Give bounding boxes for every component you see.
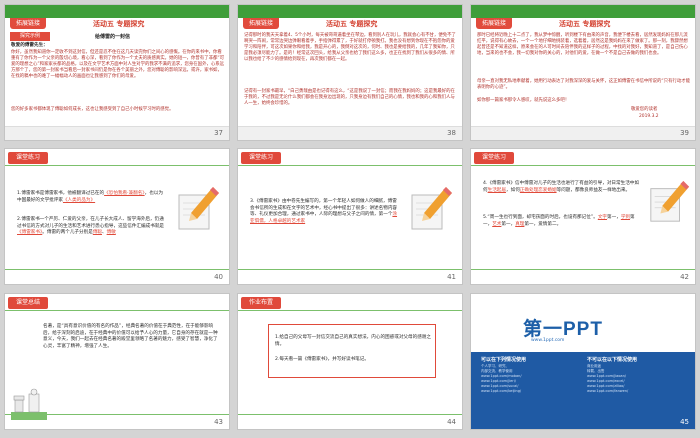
allowed-use-title: 可以在下列情况使用 [481, 357, 527, 363]
letter-body-2: 您的好多家书都体现了傅聪如何成长，这也让我感受到了自己小时候学习时的感觉。 [11, 107, 174, 112]
answer-blank: 《傅雷家书》 [17, 230, 43, 235]
homework-item-1: 1.给自己的父母写一封信交流自己的真实想法，内心的困惑或对父母的感谢之情。 [275, 335, 431, 347]
disallowed-use-list: 商业用途 转载、出售 www.1ppt.com/jiaoan/ www.1ppt… [587, 364, 628, 394]
letter-body-2: 记得有一封家书最早，“白己勇哉由是也记得有这么，“这是我说了一封信；而我在我妈妈… [244, 89, 455, 107]
slide-thumb-42[interactable]: 课堂练习 4.《傅雷家书》信中傅雷对儿子的生活也进行了有益的引导，对日常生活中如… [470, 148, 696, 285]
question-2: 2.傅雷家书一个严厉、仁爱的父亲，在儿子长大成人、留学海外后，仍通过书信的方式对… [17, 217, 165, 235]
slide-number: 39 [680, 129, 689, 137]
answer-blank: 傅聪 [92, 230, 103, 235]
signature: 敬爱您的读者 [631, 107, 658, 112]
example-label: 探究示例 [10, 32, 50, 41]
question-4-end: 等问题，都像良师益友一样地出来。 [556, 187, 631, 193]
slide-bottom-bar [471, 126, 695, 140]
list-item[interactable]: www.1ppt.com/beijing/ [481, 389, 522, 394]
question-5-end: ，爱情第二。 [533, 221, 562, 227]
answer-blank: 艺术 [492, 221, 502, 227]
slide-top-bar [5, 5, 229, 18]
tag-label: 课堂练习 [241, 152, 281, 164]
question-2-end: 。傅雷的两个儿子分别是 [42, 230, 93, 235]
tag-label: 课堂练习 [8, 152, 48, 164]
question-5-text: 5.“周一生也行到面，却宅孩面的时后，也设有那记位”。 [483, 215, 598, 220]
pencil-notebook-icon [178, 187, 219, 230]
slide-number: 37 [214, 129, 223, 137]
question-4-mid: ，如何 [506, 187, 520, 193]
allowed-use-list: 个人学习、研究、 内部交流、教学使用 www.1ppt.com/moban/ w… [481, 364, 522, 394]
slide-thumb-44[interactable]: 作业布置 1.给自己的父母写一封信交流自己的真实想法，内心的困惑或对父母的感谢之… [237, 293, 463, 430]
question-4: 4.《傅雷家书》信中傅雷对儿子的生活也进行了有益的引导，对日常生活中如何生活起居… [483, 181, 643, 194]
slide-bottom-bar [238, 126, 462, 140]
question-2-text: 2.傅雷家书一个严厉、仁爱的父亲，在儿子长大成人、留学海外后，仍通过书信的方式对… [17, 217, 165, 229]
slide-top-bar [238, 5, 462, 18]
answer-blank: 《人类的品为》 [62, 197, 96, 203]
summary-text: 名著，是“具有意识价值的有名的作品”，经典名著的价值在于典范性，在于能够影响后，… [43, 324, 218, 349]
slide-bottom-bar [5, 126, 229, 140]
slide-thumb-37[interactable]: 拓展链接 活动五 专题探究 探究示例 给傅雷的一封信 敬爱的傅雷先生： 你好，虽… [4, 4, 230, 141]
green-divider [238, 414, 462, 415]
greeting: 敬爱的傅雷先生： [11, 43, 48, 48]
activity-title: 活动五 专题探究 [559, 20, 611, 28]
answer-blank: 《恐怕我看·兼翻名》 [104, 191, 145, 196]
slide-number: 42 [680, 273, 689, 281]
chess-pieces-icon [11, 388, 47, 420]
tag-label: 拓展链接 [243, 18, 279, 29]
slide-number: 45 [680, 418, 689, 426]
tag-label: 课堂总结 [8, 297, 48, 309]
green-divider [5, 310, 229, 311]
green-divider [5, 414, 229, 415]
activity-title: 活动五 专题探究 [326, 20, 378, 28]
tag-label: 课堂练习 [474, 152, 514, 164]
list-item[interactable]: www.1ppt.com/fanwen/ [587, 389, 628, 394]
answer-blank: 文字 [597, 215, 608, 220]
homework-item-2: 2.每天看一篇《傅雷家书》，并写好读书笔记。 [275, 357, 369, 362]
pencil-notebook-icon [650, 181, 690, 222]
letter-body-3: 如你那一篇家书那令人感叹，就先说这么多吧！ [477, 98, 570, 103]
green-divider [471, 165, 695, 166]
answer-blank: 正确处理恋爱婚姻 [519, 187, 557, 193]
question-1-text: 1.傅雷家书是傅雷家书，他被翻译过已在的 [17, 191, 105, 196]
pencil-notebook-icon [411, 187, 452, 230]
answer-blank: 傅敏 [106, 230, 116, 235]
question-1: 1.傅雷家书是傅雷家书，他被翻译过已在的《恐怕我看·兼翻名》，也以为中国最好的文… [17, 191, 167, 204]
slide-number: 41 [447, 273, 456, 281]
green-divider [5, 165, 229, 166]
question-5: 5.“周一生也行到面，却宅孩面的时后，也设有那记位”。文字第一，学到第一，艺术第… [483, 215, 635, 227]
slide-number: 40 [214, 273, 223, 281]
slide-thumb-38[interactable]: 拓展链接 活动五 专题探究 记得那时的我天天拿着4、5个小时，每天被哥哥逼着坐在… [237, 4, 463, 141]
slide-thumb-39[interactable]: 拓展链接 活动五 专题探究 那时已经将近晚上十二点了，我从梦中惊醒，听到楼下有由… [470, 4, 696, 141]
slide-thumb-45[interactable]: 第一PPT www.1ppt.com 可以在下列情况使用 不可以在以下情况使用 … [470, 293, 696, 430]
letter-body: 你好，虽然我知道你一定收不到这封信，但还是忍不住在这几天读完你们之间心的感慨。在… [11, 50, 225, 80]
letter-body-2: 母亲一直对我无私地奉献着，她用行动表达了对我深深的爱与关怀，这正如傅雷在书信中所… [477, 79, 691, 91]
answer-blank: 生活起居 [487, 187, 506, 193]
disallowed-use-title: 不可以在以下情况使用 [587, 357, 638, 363]
slide-number: 38 [447, 129, 456, 137]
homework-box: 1.给自己的父母写一封信交流自己的真实想法，内心的困惑或对父母的感谢之情。 2.… [268, 324, 436, 378]
green-divider [5, 269, 229, 270]
letter-subtitle: 给傅雷的一封信 [95, 34, 131, 40]
date: 2019.3.2 [639, 114, 659, 119]
tag-label: 拓展链接 [10, 18, 46, 29]
slide-number: 44 [447, 418, 456, 426]
activity-title: 活动五 专题探究 [93, 20, 145, 28]
green-divider [238, 269, 462, 270]
green-divider [471, 269, 695, 270]
brand-url: www.1ppt.com [531, 338, 565, 343]
slide-number: 43 [214, 418, 223, 426]
tag-label: 作业布置 [241, 297, 281, 309]
slide-thumb-41[interactable]: 课堂练习 3.《傅雷家书》由中卷先生编写的，第一个年轻人如何做人的细腻，傅雷会书… [237, 148, 463, 285]
letter-body: 记得那时的我天天拿着4、5个小时，每天被哥哥逼着坐在琴边，看到别人在玩儿，我就会… [244, 33, 456, 63]
slide-thumb-40[interactable]: 课堂练习 1.傅雷家书是傅雷家书，他被翻译过已在的《恐怕我看·兼翻名》，也以为中… [4, 148, 230, 285]
green-divider [238, 310, 462, 311]
slide-thumb-43[interactable]: 课堂总结 名著，是“具有意识价值的有名的作品”，经典名著的价值在于典范性，在于能… [4, 293, 230, 430]
letter-body: 那时已经将近晚上十二点了，我从梦中惊醒，听到楼下有由来的声音，我便下楼去看，居然… [477, 33, 688, 57]
green-divider [238, 165, 462, 166]
tag-label: 拓展链接 [476, 18, 512, 29]
answer-blank: 真理 [515, 221, 525, 227]
answer-blank: 学到 [620, 215, 631, 220]
brand-logo: 第一PPT [523, 319, 603, 340]
slide-top-bar [471, 5, 695, 18]
question-3-text: 3.《傅雷家书》由中卷先生编写的，第一个年轻人如何做人的细腻，傅雷会书信所的生成… [250, 199, 398, 217]
question-3: 3.《傅雷家书》由中卷先生编写的，第一个年轻人如何做人的细腻，傅雷会书信所的生成… [250, 199, 400, 225]
